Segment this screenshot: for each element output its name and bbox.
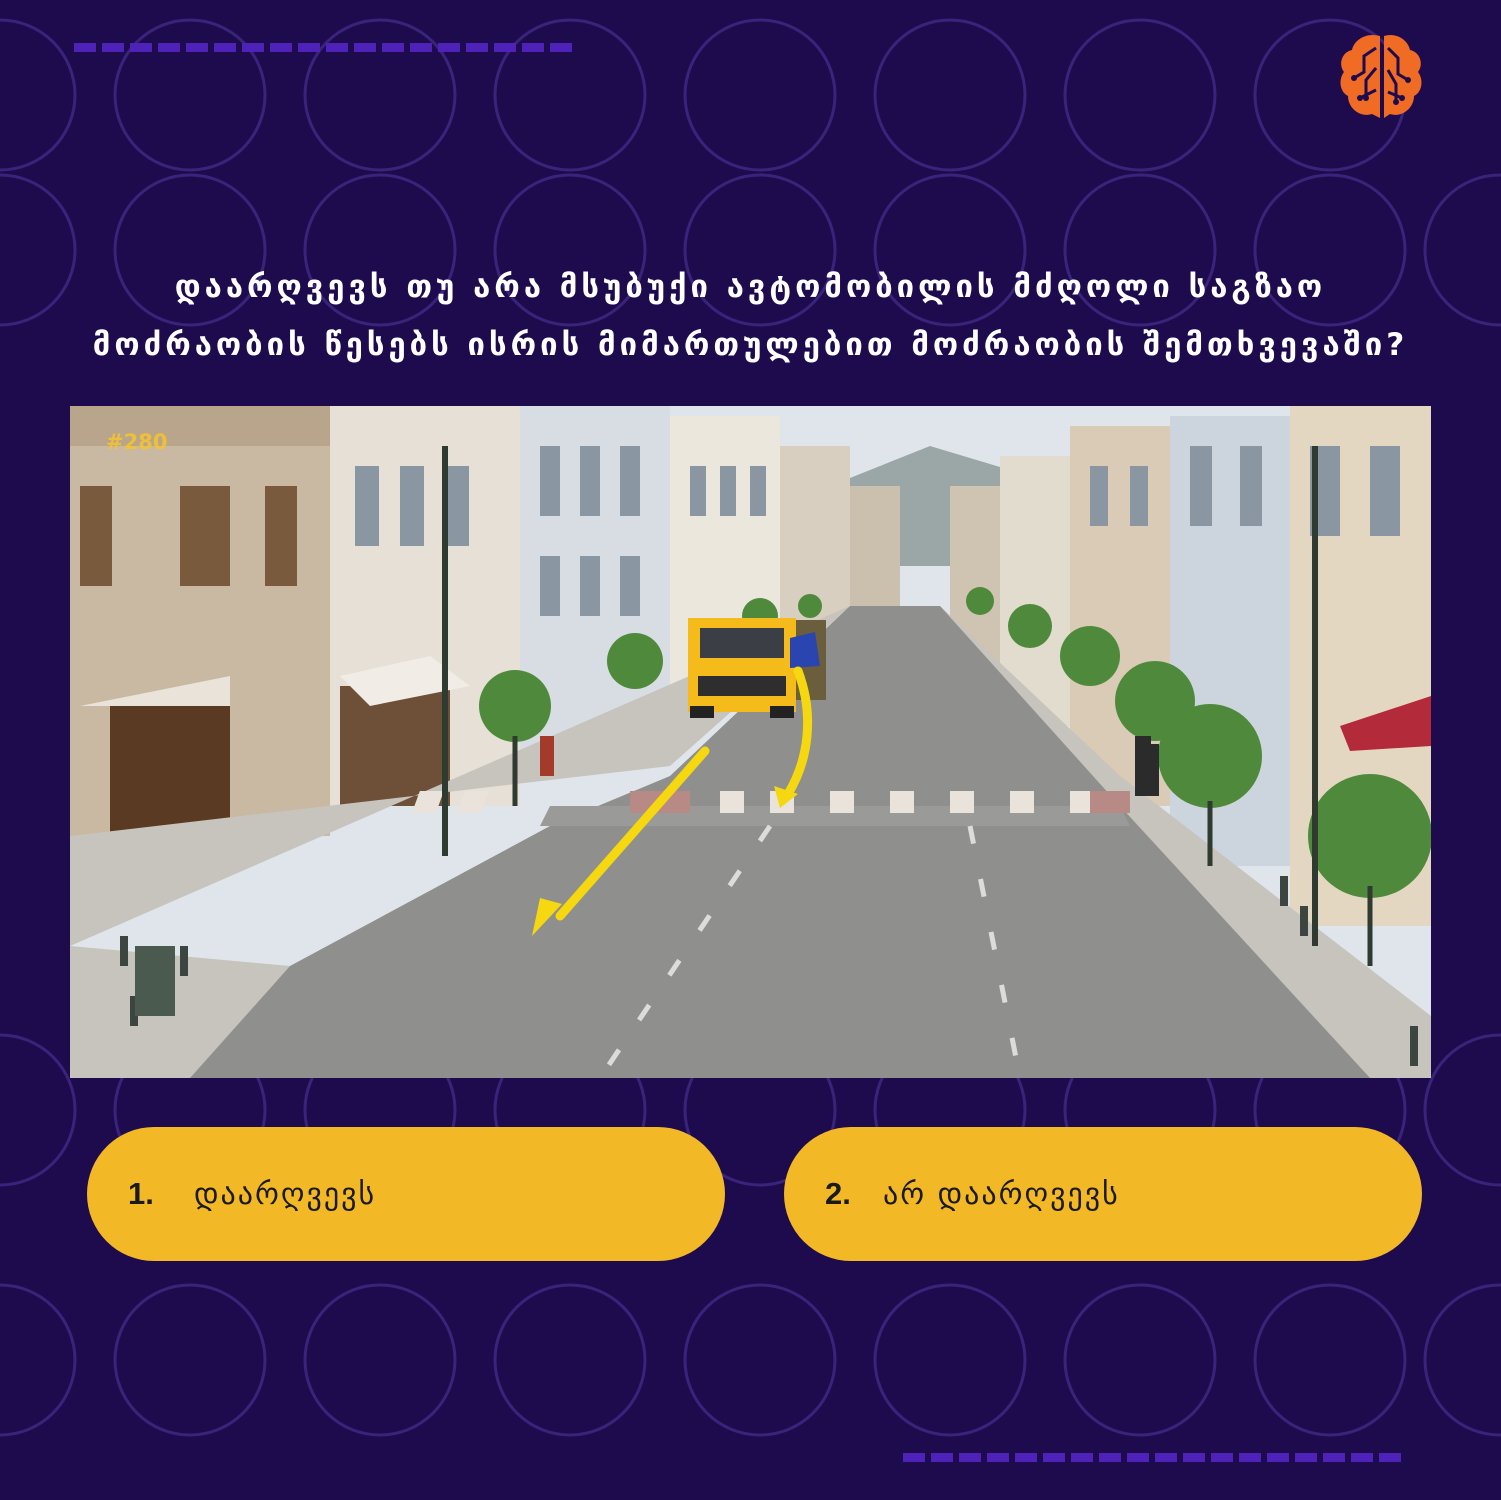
street-scene-image: #280 — [70, 406, 1431, 1078]
answer-number: 1. — [128, 1176, 154, 1211]
answer-label: არ დაარღვევს — [883, 1176, 1120, 1212]
answer-label: დაარღვევს — [194, 1176, 377, 1212]
question-line-2: მოძრაობის წესებს ისრის მიმართულებით მოძრ… — [92, 327, 1409, 363]
brain-circuit-icon — [1340, 34, 1422, 119]
bottom-dash-decoration — [903, 1453, 1401, 1462]
scene-number-tag: #280 — [106, 430, 168, 454]
answer-option-1[interactable]: 1. დაარღვევს — [87, 1127, 725, 1261]
answer-number: 2. — [825, 1176, 851, 1211]
top-dash-decoration — [74, 43, 572, 52]
answer-option-2[interactable]: 2. არ დაარღვევს — [784, 1127, 1422, 1261]
question-line-1: დაარღვევს თუ არა მსუბუქი ავტომობილის მძღ… — [174, 269, 1327, 305]
question-text: დაარღვევს თუ არა მსუბუქი ავტომობილის მძღ… — [60, 258, 1441, 374]
